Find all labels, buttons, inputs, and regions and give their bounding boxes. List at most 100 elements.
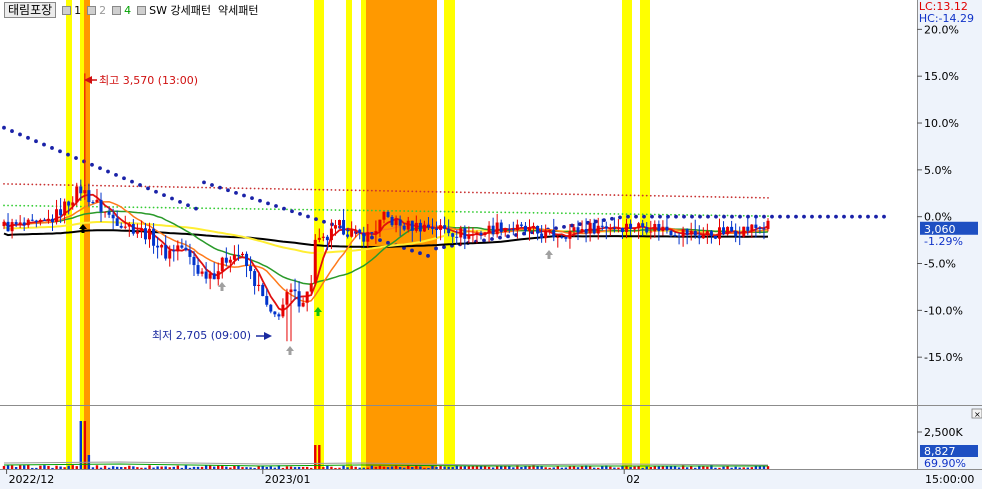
candle-body bbox=[536, 225, 540, 234]
middle-envelope-dot bbox=[726, 214, 729, 217]
upper-envelope-dot bbox=[496, 192, 499, 194]
long-ma-dot bbox=[58, 149, 62, 154]
volume-bar bbox=[402, 467, 406, 469]
long-ma-dot bbox=[226, 188, 230, 193]
upper-envelope-dot bbox=[714, 196, 717, 198]
volume-bar bbox=[754, 466, 758, 469]
price-change-text: -1.29% bbox=[924, 235, 963, 248]
volume-bar bbox=[107, 467, 111, 469]
middle-envelope-dot bbox=[152, 206, 155, 209]
candle-body bbox=[204, 271, 208, 279]
candle-body bbox=[261, 284, 265, 297]
upper-envelope-dot bbox=[742, 196, 745, 199]
candle-body bbox=[443, 225, 447, 229]
upper-envelope-dot bbox=[403, 190, 406, 193]
long-ma-dot bbox=[378, 238, 382, 242]
candle-body bbox=[693, 230, 697, 236]
volume-bar bbox=[140, 467, 143, 469]
volume-bar bbox=[568, 466, 572, 469]
volume-bar bbox=[188, 467, 192, 469]
candle-body bbox=[127, 223, 131, 227]
candle-body bbox=[402, 225, 406, 230]
long-ma-dot bbox=[866, 214, 870, 219]
stock-chart[interactable]: 20.0% 15.0% 10.0% 5.0% 0.0% -5.0% -10.0% -15.0%… bbox=[0, 0, 982, 489]
long-ma-dot bbox=[618, 215, 622, 220]
candle-body bbox=[717, 227, 721, 239]
middle-envelope-dot bbox=[168, 206, 171, 209]
candle-body bbox=[386, 211, 390, 217]
middle-envelope-dot bbox=[116, 206, 119, 208]
stock-name-tab[interactable]: 태림포장 bbox=[4, 2, 57, 18]
middle-envelope-dot bbox=[79, 205, 82, 208]
upper-envelope-dot bbox=[629, 194, 632, 197]
long-ma-dot bbox=[722, 214, 726, 219]
upper-envelope-dot bbox=[552, 193, 555, 195]
legend-item-4[interactable]: 4 bbox=[124, 4, 131, 17]
pattern-band bbox=[66, 0, 72, 469]
middle-envelope-dot bbox=[552, 212, 555, 214]
middle-envelope-dot bbox=[189, 207, 191, 209]
long-ma-dot bbox=[426, 253, 430, 258]
volume-bar bbox=[71, 465, 74, 469]
candle-body bbox=[338, 219, 342, 226]
candle-body bbox=[38, 219, 42, 222]
volume-bar bbox=[35, 467, 38, 469]
long-ma-dot bbox=[186, 203, 190, 208]
candle-body bbox=[103, 211, 107, 213]
upper-envelope-dot bbox=[55, 183, 58, 186]
volume-bar bbox=[512, 467, 515, 469]
long-ma-dot bbox=[506, 234, 510, 239]
upper-envelope-dot bbox=[265, 187, 268, 190]
upper-envelope-dot bbox=[346, 189, 349, 192]
middle-envelope-dot bbox=[354, 209, 357, 212]
middle-envelope-dot bbox=[564, 212, 567, 215]
middle-envelope-dot bbox=[27, 204, 30, 207]
volume-bar bbox=[722, 466, 725, 469]
long-ma-dot bbox=[778, 214, 782, 219]
volume-bar bbox=[390, 466, 394, 469]
x-axis-time-label: 15:00:00 bbox=[925, 473, 974, 486]
long-ma-dot bbox=[658, 214, 662, 219]
middle-envelope-dot bbox=[273, 208, 276, 211]
candle-body bbox=[503, 228, 507, 233]
middle-envelope-dot bbox=[19, 204, 22, 207]
volume-bar bbox=[55, 465, 58, 469]
middle-envelope-dot bbox=[176, 206, 179, 209]
middle-envelope-dot bbox=[451, 210, 454, 213]
upper-envelope-dot bbox=[164, 185, 167, 188]
volume-bar bbox=[366, 467, 370, 469]
candle-body bbox=[459, 228, 463, 238]
x-axis-label: 02 bbox=[626, 473, 640, 486]
legend-item-pattern[interactable]: SW 강세패턴 약세패턴 bbox=[149, 2, 258, 18]
candle-body bbox=[604, 226, 608, 229]
long-ma-dot bbox=[482, 238, 486, 243]
candle-body bbox=[152, 228, 156, 246]
candle-body bbox=[131, 223, 135, 234]
volume-bar bbox=[59, 466, 62, 469]
candle-body bbox=[176, 245, 180, 252]
middle-envelope-dot bbox=[277, 208, 280, 211]
candle-body bbox=[63, 201, 67, 216]
candle-body bbox=[701, 235, 705, 239]
middle-envelope-dot bbox=[15, 204, 18, 207]
middle-envelope-dot bbox=[286, 208, 288, 211]
upper-envelope-dot bbox=[290, 188, 292, 191]
upper-envelope-dot bbox=[39, 183, 42, 186]
volume-bar bbox=[524, 466, 527, 469]
volume-bar bbox=[269, 466, 272, 469]
legend-item-1[interactable]: 1 bbox=[74, 4, 81, 17]
candle-body bbox=[499, 222, 503, 233]
legend-item-2[interactable]: 2 bbox=[99, 4, 106, 17]
middle-envelope-dot bbox=[374, 209, 377, 212]
long-ma-dot bbox=[874, 214, 878, 219]
long-ma-dot bbox=[834, 214, 838, 219]
middle-envelope-dot bbox=[31, 204, 34, 207]
upper-envelope-dot bbox=[47, 183, 50, 186]
volume-bar bbox=[342, 465, 345, 469]
middle-envelope-dot bbox=[35, 204, 38, 207]
volume-bar bbox=[2, 465, 6, 469]
candle-body bbox=[596, 225, 600, 234]
candle-body bbox=[528, 227, 532, 232]
candle-body bbox=[329, 228, 333, 241]
middle-envelope-dot bbox=[201, 207, 203, 210]
